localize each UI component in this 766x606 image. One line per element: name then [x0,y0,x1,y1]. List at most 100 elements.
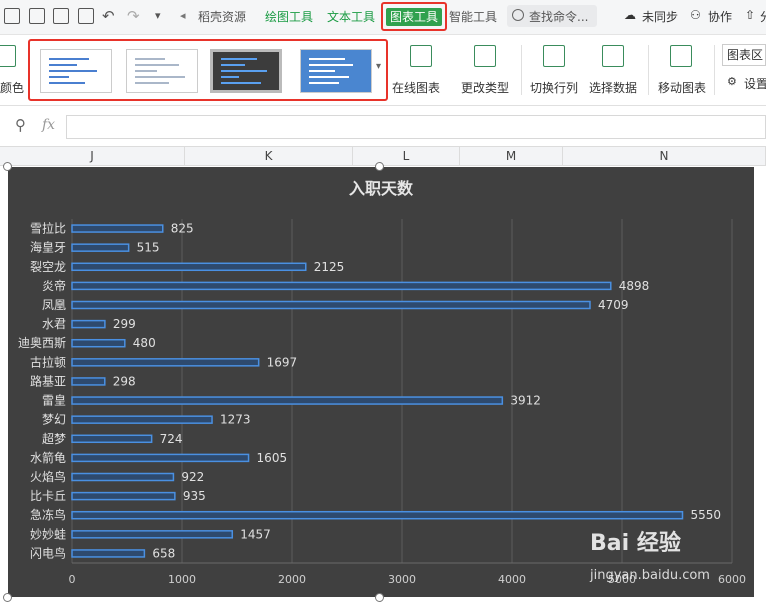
data-label: 825 [171,222,194,236]
bar [71,491,176,501]
zoom-icon[interactable]: ⚲ [15,116,26,134]
undo-icon[interactable]: ↶ [102,6,115,26]
category-label: 火焰鸟 [30,469,66,484]
category-label: 水箭龟 [30,450,66,465]
chart-style-thumb-1[interactable] [40,49,112,93]
data-label: 1457 [240,527,271,541]
print-icon[interactable] [53,8,69,24]
change-color-button[interactable]: 颜色 [0,79,24,96]
x-tick-label: 4000 [498,573,526,586]
switch-row-col-button[interactable]: 切换行列 [530,79,578,96]
fx-label[interactable]: fx [42,117,55,133]
gallery-more-icon[interactable]: ▾ [376,61,381,72]
chart-tools-ribbon: 颜色 ▾ 在线图表 更改类型 切换行列 选择数据 移动图表 图表区 ⚙ 设置 [0,35,766,106]
column-m[interactable]: M [460,147,563,165]
data-label: 935 [183,489,206,503]
category-label: 闪电鸟 [30,545,66,560]
bar [71,243,130,252]
chart-style-thumb-3-selected[interactable] [210,49,282,93]
bar [71,319,106,329]
search-command-box[interactable]: 查找命令... [507,5,597,27]
switch-row-col-icon[interactable] [543,45,565,67]
move-chart-button[interactable]: 移动图表 [658,79,706,96]
category-label: 雷皇 [42,394,66,408]
online-chart-icon[interactable] [410,45,432,67]
category-label: 比卡丘 [30,489,66,503]
share-button[interactable]: 分 [760,8,766,25]
category-label: 梦幻 [42,413,66,427]
chart-styles-gallery: ▾ [28,39,388,101]
resize-handle-bottom-left[interactable] [3,593,12,602]
tab-drawing-tools[interactable]: 绘图工具 [265,8,313,26]
chart-element-select[interactable]: 图表区 [722,44,766,66]
resize-handle-top[interactable] [375,162,384,171]
online-chart-button[interactable]: 在线图表 [392,79,440,96]
column-n[interactable]: N [563,147,766,165]
data-label: 480 [133,336,156,350]
tab-chart-tools[interactable]: 图表工具 [381,2,447,31]
chart-style-thumb-4[interactable] [300,49,372,93]
bar [71,472,175,482]
share-icon[interactable]: ⇧ [745,8,755,22]
watermark-url: jingyan.baidu.com [590,568,710,583]
bar [71,281,612,291]
data-label: 724 [160,432,183,446]
data-label: 3912 [510,394,541,408]
bar [71,530,234,539]
change-type-button[interactable]: 更改类型 [461,79,509,96]
category-label: 炎帝 [42,278,66,293]
watermark-logo: Bai 经验 [590,531,681,556]
column-k[interactable]: K [185,147,353,165]
save-icon[interactable] [4,8,20,24]
move-chart-icon[interactable] [670,45,692,67]
select-data-button[interactable]: 选择数据 [589,79,637,96]
bar [71,434,153,444]
x-tick-label: 3000 [388,573,416,586]
bar [71,358,260,367]
data-label: 1697 [267,355,298,369]
chart-style-thumb-2[interactable] [126,49,198,93]
bar [71,453,250,463]
tab-text-tools[interactable]: 文本工具 [327,8,375,26]
select-data-icon[interactable] [602,45,624,67]
category-label: 超梦 [42,431,66,446]
data-label: 658 [152,546,175,560]
chart-title: 入职天数 [349,179,414,198]
settings-button[interactable]: 设置 [744,75,766,92]
export-icon[interactable] [29,8,45,24]
chevron-down-icon[interactable]: ▾ [155,6,161,26]
bar [71,377,106,386]
tab-chart-tools-label: 图表工具 [386,8,442,26]
category-label: 迪奥西斯 [18,336,66,350]
change-type-icon[interactable] [474,45,496,67]
scroll-left-icon[interactable]: ◂ [180,6,186,26]
redo-icon[interactable]: ↷ [127,6,140,26]
bar [71,549,146,558]
category-label: 雪拉比 [30,221,66,236]
category-label: 妙妙蛙 [30,527,66,541]
user-icon[interactable]: ⚇ [690,8,701,22]
data-label: 298 [113,374,136,388]
column-j[interactable]: J [0,147,185,165]
bar [71,338,126,348]
search-icon [512,9,524,21]
tab-smart-tools[interactable]: 智能工具 [449,8,497,26]
collaborate-button[interactable]: 协作 [708,8,732,25]
tab-docer-resources[interactable]: 稻壳资源 [198,8,246,26]
resize-handle-bottom[interactable] [375,593,384,602]
resize-handle-top-left[interactable] [3,162,12,171]
bar [71,510,684,520]
category-label: 海皇牙 [30,240,66,255]
unsynced-status[interactable]: 未同步 [642,8,678,25]
print-preview-icon[interactable] [78,8,94,24]
cloud-icon[interactable]: ☁ [624,8,636,22]
column-l[interactable]: L [353,147,460,165]
data-label: 515 [137,241,160,255]
x-tick-label: 6000 [718,573,746,586]
change-color-icon[interactable] [0,45,16,67]
bar [71,224,164,233]
formula-input[interactable] [66,115,766,139]
format-icon[interactable]: ⚙ [727,75,737,88]
bar [71,300,591,310]
x-tick-label: 2000 [278,573,306,586]
